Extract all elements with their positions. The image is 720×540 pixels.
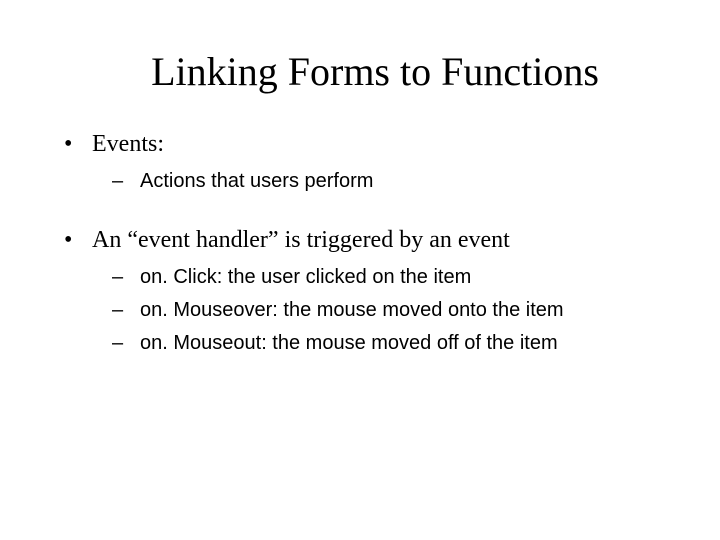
sub-bullet-item: on. Mouseover: the mouse moved onto the … [92,297,672,324]
bullet-item: Events: Actions that users perform [48,131,672,195]
bullet-item: An “event handler” is triggered by an ev… [48,227,672,357]
bullet-text: Events: [92,131,164,157]
slide-title: Linking Forms to Functions [78,48,672,95]
bullet-text: An “event handler” is triggered by an ev… [92,227,510,253]
spacer [48,213,672,227]
sub-bullet-item: on. Mouseout: the mouse moved off of the… [92,330,672,357]
bullet-list: Events: Actions that users perform [48,131,672,195]
sub-bullet-list: on. Click: the user clicked on the item … [92,264,672,357]
sub-bullet-item: on. Click: the user clicked on the item [92,264,672,291]
sub-bullet-item: Actions that users perform [92,168,672,195]
sub-bullet-list: Actions that users perform [92,168,672,195]
bullet-list: An “event handler” is triggered by an ev… [48,227,672,357]
